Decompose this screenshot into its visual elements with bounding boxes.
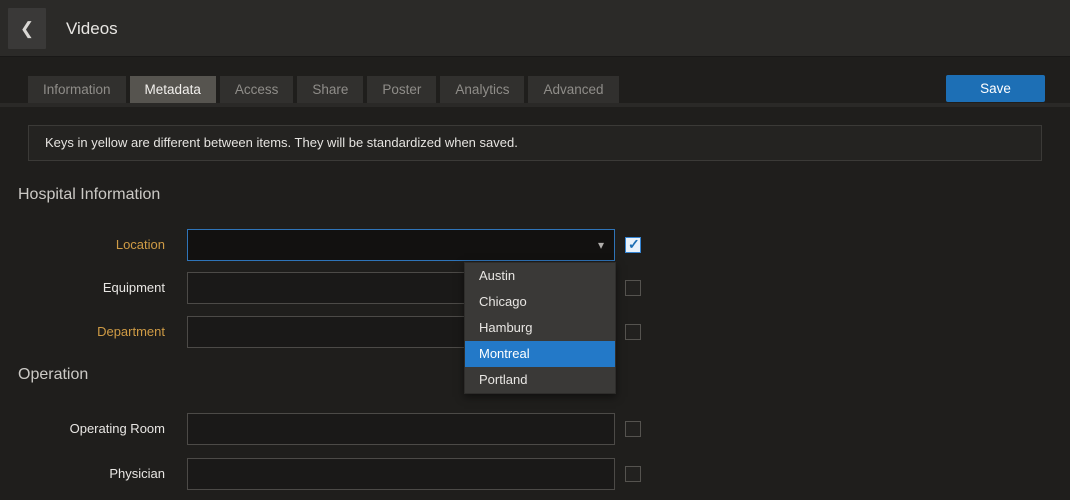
dropdown-option-montreal[interactable]: Montreal — [465, 341, 615, 367]
tab-information[interactable]: Information — [28, 76, 126, 103]
location-select[interactable]: ▾ — [187, 229, 615, 261]
location-checkbox[interactable] — [625, 237, 641, 253]
tab-share[interactable]: Share — [297, 76, 363, 103]
operating-room-input[interactable] — [187, 413, 615, 445]
field-row-physician: Physician — [0, 458, 1070, 490]
field-row-location: Location ▾ — [0, 229, 1070, 261]
location-label: Location — [0, 229, 165, 261]
department-checkbox[interactable] — [625, 324, 641, 340]
physician-checkbox[interactable] — [625, 466, 641, 482]
tab-poster[interactable]: Poster — [367, 76, 436, 103]
field-row-operating-room: Operating Room — [0, 413, 1070, 445]
dropdown-option-hamburg[interactable]: Hamburg — [465, 315, 615, 341]
equipment-label: Equipment — [0, 272, 165, 304]
page-title: Videos — [66, 0, 118, 57]
dropdown-option-chicago[interactable]: Chicago — [465, 289, 615, 315]
department-label: Department — [0, 316, 165, 348]
back-button[interactable]: ❮ — [8, 8, 46, 49]
physician-input[interactable] — [187, 458, 615, 490]
tab-bar: Information Metadata Access Share Poster… — [28, 76, 623, 103]
top-bar: ❮ Videos — [0, 0, 1070, 57]
tab-access[interactable]: Access — [220, 76, 294, 103]
location-dropdown-menu: Austin Chicago Hamburg Montreal Portland — [464, 262, 616, 394]
notice-text: Keys in yellow are different between ite… — [45, 135, 518, 150]
tab-advanced[interactable]: Advanced — [528, 76, 618, 103]
operating-room-label: Operating Room — [0, 413, 165, 445]
section-heading-operation: Operation — [18, 366, 88, 384]
app-root: ❮ Videos Information Metadata Access Sha… — [0, 0, 1070, 500]
chevron-down-icon: ▾ — [598, 230, 604, 260]
chevron-left-icon: ❮ — [20, 19, 34, 38]
tab-metadata[interactable]: Metadata — [130, 76, 216, 103]
operating-room-checkbox[interactable] — [625, 421, 641, 437]
equipment-checkbox[interactable] — [625, 280, 641, 296]
tab-analytics[interactable]: Analytics — [440, 76, 524, 103]
dropdown-option-portland[interactable]: Portland — [465, 367, 615, 393]
tab-bar-divider — [0, 103, 1070, 107]
physician-label: Physician — [0, 458, 165, 490]
section-heading-hospital-information: Hospital Information — [18, 186, 160, 204]
dropdown-option-austin[interactable]: Austin — [465, 263, 615, 289]
save-button[interactable]: Save — [946, 75, 1045, 102]
notice-bar: Keys in yellow are different between ite… — [28, 125, 1042, 161]
